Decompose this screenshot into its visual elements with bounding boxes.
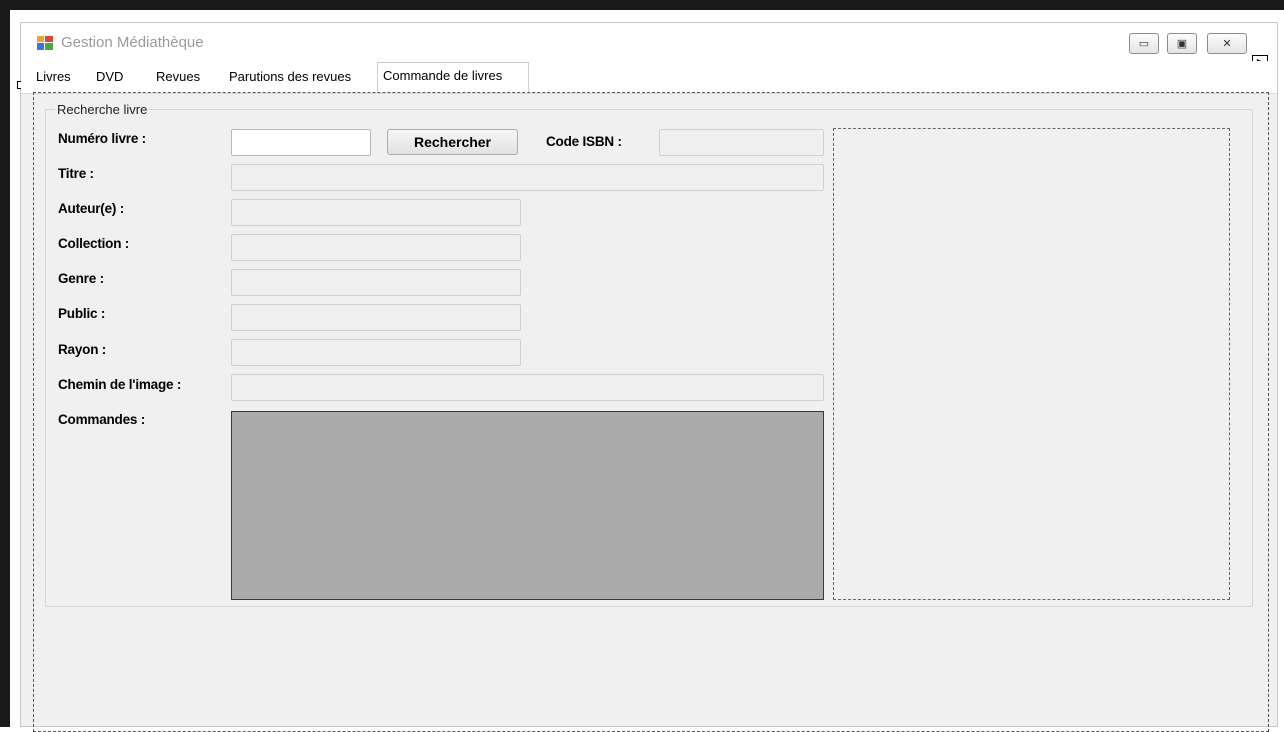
- collection-field[interactable]: [231, 234, 521, 261]
- groupbox-title: Recherche livre: [55, 102, 150, 117]
- chemin-image-field[interactable]: [231, 374, 824, 401]
- isbn-field[interactable]: [659, 129, 824, 156]
- minimize-icon: ▭: [1138, 38, 1150, 50]
- image-picturebox[interactable]: [833, 128, 1230, 600]
- maximize-button[interactable]: ▣: [1167, 33, 1197, 54]
- label-rayon: Rayon :: [58, 342, 107, 357]
- label-collection: Collection :: [58, 236, 130, 251]
- label-auteur: Auteur(e) :: [58, 201, 125, 216]
- tab-livres[interactable]: Livres: [31, 65, 76, 89]
- tab-revues[interactable]: Revues: [151, 65, 205, 89]
- auteur-field[interactable]: [231, 199, 521, 226]
- close-icon: ✕: [1222, 38, 1232, 50]
- rechercher-button[interactable]: Rechercher: [387, 129, 518, 155]
- desktop-background-right: [1278, 10, 1284, 727]
- tab-commande-livres[interactable]: Commande de livres: [377, 62, 529, 93]
- tab-strip: Livres DVD Revues Parutions des revues C…: [21, 61, 1277, 94]
- numero-livre-input[interactable]: [231, 129, 371, 156]
- label-commandes: Commandes :: [58, 412, 146, 427]
- label-numero: Numéro livre :: [58, 131, 146, 146]
- label-isbn: Code ISBN :: [546, 134, 622, 149]
- label-titre: Titre :: [58, 166, 94, 181]
- minimize-button[interactable]: ▭: [1129, 33, 1159, 54]
- window-title: Gestion Médiathèque: [61, 34, 204, 51]
- desktop-background-top: [0, 0, 1284, 10]
- rayon-field[interactable]: [231, 339, 521, 366]
- label-public: Public :: [58, 306, 106, 321]
- genre-field[interactable]: [231, 269, 521, 296]
- title-bar[interactable]: Gestion Médiathèque ▭ ▣ ✕: [21, 23, 1277, 61]
- commandes-datagrid[interactable]: [231, 411, 824, 600]
- label-chemin: Chemin de l'image :: [58, 377, 182, 392]
- tab-parutions[interactable]: Parutions des revues: [224, 65, 356, 89]
- desktop-background-left: [0, 0, 10, 727]
- label-genre: Genre :: [58, 271, 104, 286]
- windows-form-icon: [37, 36, 53, 50]
- close-button[interactable]: ✕: [1207, 33, 1247, 54]
- maximize-icon: ▣: [1176, 38, 1188, 50]
- titre-field[interactable]: [231, 164, 824, 191]
- public-field[interactable]: [231, 304, 521, 331]
- designer-form-window: Gestion Médiathèque ▭ ▣ ✕ ▶ Livres DVD R…: [17, 22, 1278, 732]
- tab-dvd[interactable]: DVD: [91, 65, 128, 89]
